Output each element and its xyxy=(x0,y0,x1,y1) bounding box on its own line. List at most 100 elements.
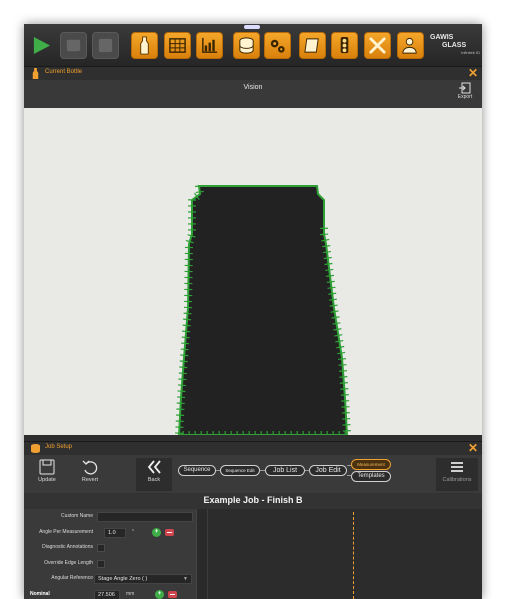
company-logo: GAWIS GLASS Infinitek ID xyxy=(430,34,480,62)
traffic-light-icon xyxy=(340,36,349,54)
breadcrumb-job-list[interactable]: Job List xyxy=(265,465,305,476)
export-button[interactable]: Export xyxy=(454,82,476,106)
measurement-graph[interactable] xyxy=(196,509,482,599)
job-title-bar: Example Job - Finish B xyxy=(24,493,482,509)
vision-title: Vision xyxy=(243,84,263,91)
notebook-button[interactable] xyxy=(299,32,326,59)
gears-icon xyxy=(270,39,285,53)
edge-tick xyxy=(338,364,347,366)
edge-tick xyxy=(181,342,190,345)
edge-tick xyxy=(339,376,348,378)
remove-icon[interactable] xyxy=(168,591,177,598)
close-icon[interactable]: ✕ xyxy=(468,441,478,455)
bottle-button[interactable] xyxy=(131,32,158,59)
edge-tick xyxy=(320,233,329,236)
job-setup-toolbar: Update Revert Back Sequence Sequence Edi… xyxy=(24,455,482,493)
nominal-input[interactable]: 27.506 xyxy=(94,590,120,599)
calibrations-label: Calibrations xyxy=(442,477,472,483)
nominal-marker-line xyxy=(353,512,354,599)
edge-tick xyxy=(338,370,348,372)
chevron-down-icon: ▼ xyxy=(183,576,188,582)
diagnostic-row: Diagnostic Annotations xyxy=(24,541,196,555)
gears-button[interactable] xyxy=(264,32,291,59)
edge-tick xyxy=(177,396,186,399)
remove-icon[interactable] xyxy=(165,529,174,536)
angle-input[interactable]: 1.0 xyxy=(104,528,126,538)
revert-button[interactable]: Revert xyxy=(73,458,107,491)
double-chevron-left-icon xyxy=(147,460,161,474)
back-button[interactable]: Back xyxy=(136,458,172,491)
database-button[interactable] xyxy=(233,32,260,59)
edge-tick xyxy=(181,336,190,339)
pause-icon xyxy=(66,39,81,52)
user-gear-icon xyxy=(402,37,417,54)
bottle-icon xyxy=(32,68,39,79)
add-icon[interactable]: + xyxy=(152,528,161,537)
play-button[interactable] xyxy=(28,32,55,59)
vision-image[interactable] xyxy=(24,108,482,435)
angle-unit: ° xyxy=(132,529,134,535)
tools-button[interactable] xyxy=(364,32,391,59)
update-label: Update xyxy=(38,477,56,483)
bottle-icon xyxy=(140,36,149,55)
edge-tick xyxy=(340,388,349,390)
edge-tick xyxy=(177,390,186,393)
update-button[interactable]: Update xyxy=(30,458,64,491)
edge-tick xyxy=(180,354,189,357)
edge-tick xyxy=(182,330,191,333)
edge-tick xyxy=(179,360,188,363)
database-icon xyxy=(31,444,40,453)
window-grip[interactable] xyxy=(244,25,260,29)
override-label: Override Edge Length xyxy=(44,560,93,566)
logo-line-3: Infinitek ID xyxy=(461,50,480,55)
chart-icon xyxy=(202,37,218,53)
close-icon[interactable]: ✕ xyxy=(468,66,478,80)
breadcrumb-templates[interactable]: Templates xyxy=(351,471,391,482)
edge-tick xyxy=(338,358,347,360)
custom-name-input[interactable] xyxy=(97,512,193,522)
user-settings-button[interactable] xyxy=(397,32,424,59)
edge-tick xyxy=(183,318,192,321)
calibrations-button[interactable]: Calibrations xyxy=(436,458,478,491)
custom-name-label: Custom Name xyxy=(61,513,93,519)
traffic-light-button[interactable] xyxy=(331,32,358,59)
add-icon[interactable]: + xyxy=(155,590,164,599)
custom-name-row: Custom Name xyxy=(24,510,196,524)
chart-button[interactable] xyxy=(196,32,223,59)
table-button[interactable] xyxy=(164,32,191,59)
table-icon xyxy=(169,38,186,53)
stop-button[interactable] xyxy=(92,32,119,59)
logo-line-1: GAWIS xyxy=(430,34,454,41)
override-checkbox[interactable] xyxy=(97,560,105,568)
diagnostic-checkbox[interactable] xyxy=(97,544,105,552)
graph-plot-area xyxy=(207,509,482,599)
edge-tick xyxy=(180,348,189,351)
export-label: Export xyxy=(457,94,473,100)
notebook-icon xyxy=(304,38,319,53)
angular-ref-value: Stage Angle Zero ( ) xyxy=(98,576,148,582)
breadcrumb-sequence-edit[interactable]: Sequence Edit xyxy=(220,465,260,476)
job-setup-header: Job Setup ✕ xyxy=(24,441,482,455)
revert-label: Revert xyxy=(81,477,99,483)
breadcrumb-job-edit[interactable]: Job Edit xyxy=(309,465,347,476)
current-bottle-header: Current Bottle ✕ xyxy=(24,66,482,80)
edge-tick xyxy=(179,366,188,369)
angular-ref-select[interactable]: Stage Angle Zero ( ) ▼ xyxy=(94,574,192,584)
pause-button[interactable] xyxy=(60,32,87,59)
bottle-silhouette-image xyxy=(175,184,351,435)
angle-row: Angle Per Measurement 1.0 ° + xyxy=(24,526,196,540)
job-title: Example Job - Finish B xyxy=(203,495,303,505)
nominal-row: Nominal 27.506 mm + xyxy=(24,588,196,599)
vision-header: Vision Export xyxy=(24,80,482,108)
breadcrumb-measurement[interactable]: Measurement xyxy=(351,459,391,470)
diagnostic-label: Diagnostic Annotations xyxy=(42,544,93,550)
stop-icon xyxy=(98,38,113,53)
back-label: Back xyxy=(147,477,161,483)
revert-icon xyxy=(82,460,98,475)
edge-tick xyxy=(339,382,348,384)
edge-tick xyxy=(178,372,187,375)
breadcrumb-sequence[interactable]: Sequence xyxy=(178,465,216,476)
override-row: Override Edge Length xyxy=(24,557,196,571)
edge-tick xyxy=(177,384,186,387)
edge-tick xyxy=(183,312,192,315)
